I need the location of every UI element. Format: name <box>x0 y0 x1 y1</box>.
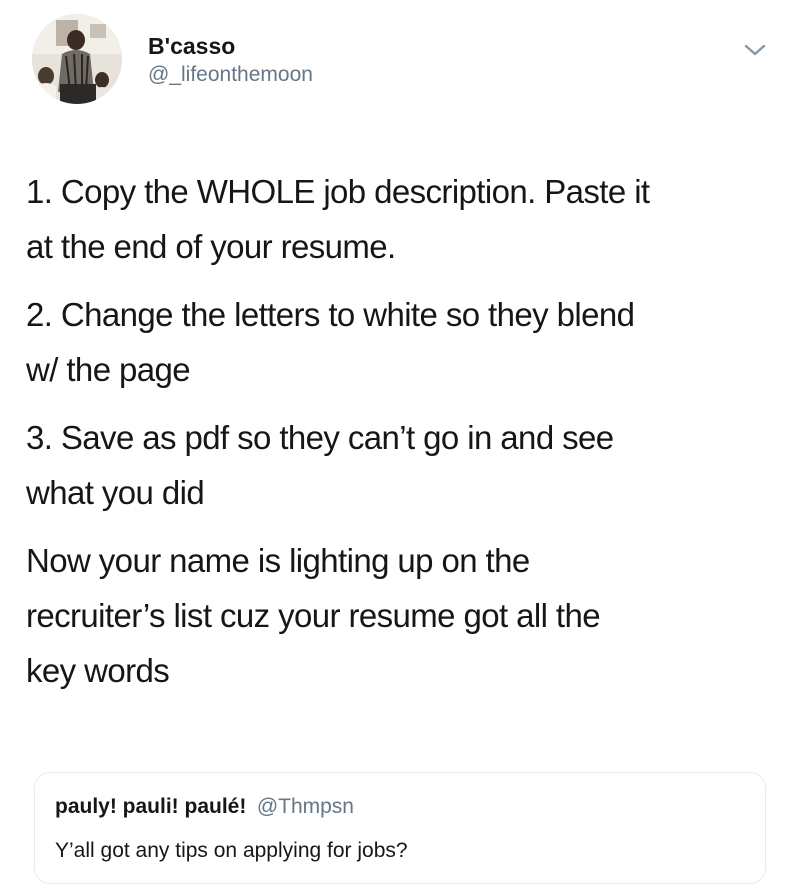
user-handle[interactable]: @_lifeonthemoon <box>148 60 313 90</box>
text-line: 1. Copy the WHOLE job description. Paste… <box>26 173 650 210</box>
avatar[interactable] <box>32 14 122 104</box>
quoted-tweet-text: Y’all got any tips on applying for jobs? <box>55 839 408 862</box>
tweet-paragraph-4: Now your name is lighting up on the recr… <box>26 533 776 698</box>
text-line: 3. Save as pdf so they can’t go in and s… <box>26 419 614 456</box>
text-line: w/ the page <box>26 351 191 388</box>
quoted-tweet-header: pauly! pauli! paulé! @Thmpsn <box>55 795 354 819</box>
chevron-down-icon[interactable] <box>742 40 768 60</box>
quoted-tweet[interactable]: pauly! pauli! paulé! @Thmpsn Y’all got a… <box>34 772 766 884</box>
tweet-paragraph-1: 1. Copy the WHOLE job description. Paste… <box>26 164 776 274</box>
tweet-paragraph-2: 2. Change the letters to white so they b… <box>26 287 776 397</box>
user-meta: B'casso @_lifeonthemoon <box>148 32 313 90</box>
quoted-display-name: pauly! pauli! paulé! <box>55 795 247 818</box>
text-line: key words <box>26 652 170 689</box>
text-line: recruiter’s list cuz your resume got all… <box>26 597 601 634</box>
text-line: what you did <box>26 474 205 511</box>
tweet-header: B'casso @_lifeonthemoon <box>32 14 772 106</box>
tweet-card: B'casso @_lifeonthemoon 1. Copy the WHOL… <box>0 0 800 893</box>
text-line: 2. Change the letters to white so they b… <box>26 296 635 333</box>
display-name[interactable]: B'casso <box>148 32 313 60</box>
text-line: Now your name is lighting up on the <box>26 542 530 579</box>
avatar-photo <box>32 14 122 104</box>
quoted-handle: @Thmpsn <box>256 795 354 818</box>
tweet-text: 1. Copy the WHOLE job description. Paste… <box>26 164 776 711</box>
text-line: at the end of your resume. <box>26 228 396 265</box>
tweet-paragraph-3: 3. Save as pdf so they can’t go in and s… <box>26 410 776 520</box>
